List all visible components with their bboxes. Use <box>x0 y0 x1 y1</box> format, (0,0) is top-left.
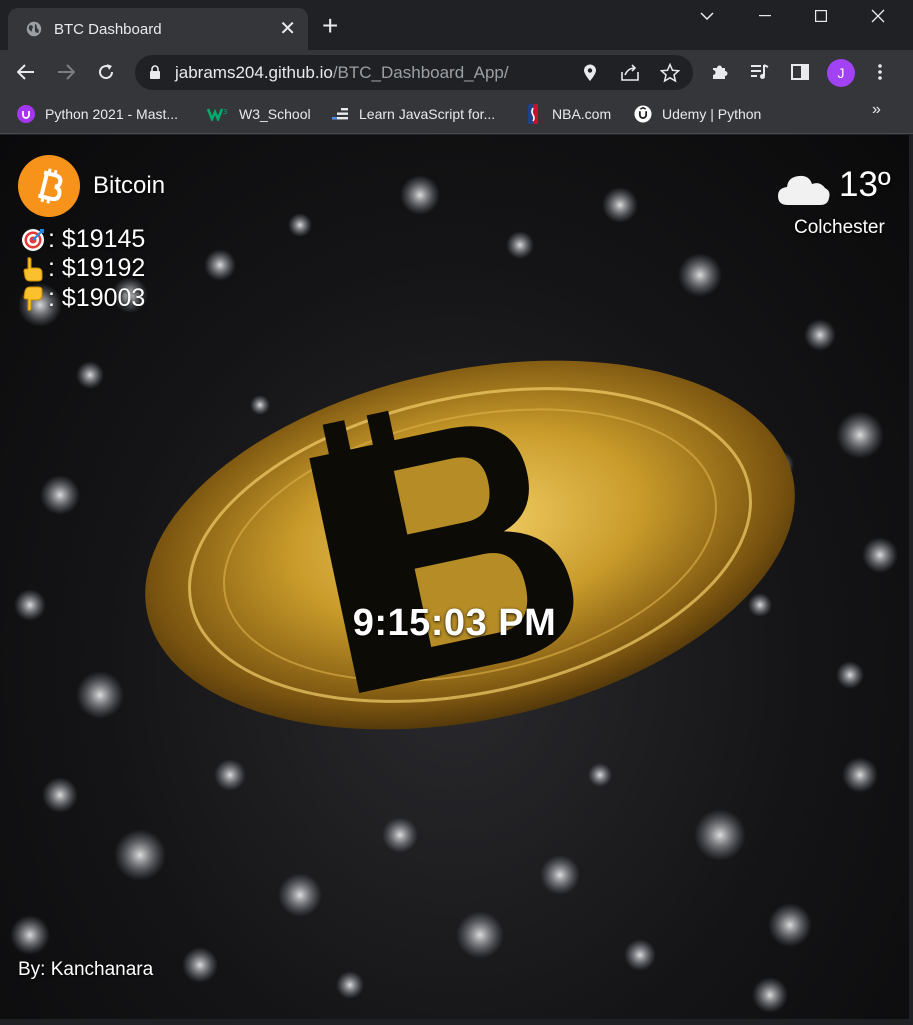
udemy-icon <box>634 105 652 123</box>
lock-icon[interactable] <box>149 65 161 79</box>
current-price-row: : $19145 <box>20 225 145 254</box>
reload-icon[interactable] <box>92 58 120 86</box>
new-tab-button[interactable]: + <box>322 12 338 40</box>
address-bar[interactable]: jabrams204.github.io/BTC_Dashboard_App/ <box>135 55 693 90</box>
browser-toolbar: jabrams204.github.io/BTC_Dashboard_App/ <box>0 50 913 94</box>
low-price-row: : $19003 <box>20 284 145 313</box>
freecodecamp-icon <box>331 105 349 123</box>
tab-strip: BTC Dashboard ✕ + <box>0 0 913 50</box>
temperature: 13º <box>839 165 891 204</box>
star-icon[interactable] <box>659 62 681 84</box>
share-icon[interactable] <box>619 62 641 84</box>
extensions-puzzle-icon[interactable] <box>706 58 734 86</box>
window-frame-bottom <box>0 1019 913 1025</box>
media-control-icon[interactable] <box>746 58 774 86</box>
current-price-value: : $19145 <box>48 225 146 253</box>
location-pin-icon[interactable] <box>579 62 601 84</box>
url-path: /BTC_Dashboard_App/ <box>332 63 509 82</box>
back-arrow-icon[interactable] <box>12 58 40 86</box>
tab-title: BTC Dashboard <box>54 20 162 38</box>
bookmark-python-2021[interactable]: Python 2021 - Mast... <box>17 103 178 125</box>
photo-author-credit: By: Kanchanara <box>18 959 154 980</box>
dashboard-page: Bitcoin : $19145 : $19192 : $19003 13º C… <box>0 135 909 1019</box>
w3schools-icon: 3 <box>207 105 229 123</box>
side-panel-icon[interactable] <box>786 58 814 86</box>
high-price-row: : $19192 <box>20 254 145 283</box>
bookmark-nba[interactable]: NBA.com <box>524 103 611 125</box>
cloud-icon <box>776 169 832 214</box>
tab-search-icon[interactable] <box>684 0 730 32</box>
udemy-icon <box>17 105 35 123</box>
pointing-down-hand-icon <box>20 286 46 312</box>
url-text[interactable]: jabrams204.github.io/BTC_Dashboard_App/ <box>175 63 509 83</box>
high-price-value: : $19192 <box>48 254 146 282</box>
window-frame-right <box>909 135 913 1025</box>
tab-btc-dashboard[interactable]: BTC Dashboard ✕ <box>8 8 308 50</box>
url-host: jabrams204.github.io <box>175 63 333 82</box>
low-price-value: : $19003 <box>48 284 146 312</box>
clock-time: 9:15:03 PM <box>352 602 557 644</box>
svg-text:3: 3 <box>223 108 227 116</box>
bookmark-label: Learn JavaScript for... <box>359 106 496 122</box>
bookmark-udemy-python[interactable]: Udemy | Python <box>634 103 761 125</box>
forward-arrow-icon[interactable] <box>52 58 80 86</box>
window-close-icon[interactable] <box>855 0 901 32</box>
bookmark-label: Udemy | Python <box>662 106 762 122</box>
profile-avatar[interactable]: J <box>827 59 855 87</box>
globe-icon <box>26 21 42 37</box>
target-icon <box>20 227 46 253</box>
minimize-icon[interactable] <box>742 0 788 32</box>
bookmark-label: NBA.com <box>552 106 612 122</box>
pointing-up-hand-icon <box>20 256 46 282</box>
city-name: Colchester <box>794 217 885 238</box>
tab-close-icon[interactable]: ✕ <box>279 19 296 39</box>
bookmark-w3school[interactable]: 3 W3_School <box>207 103 311 125</box>
bookmark-learn-javascript[interactable]: Learn JavaScript for... <box>331 103 495 125</box>
kebab-menu-icon[interactable] <box>866 58 894 86</box>
bookmark-label: Python 2021 - Mast... <box>45 106 179 122</box>
nba-icon <box>524 104 542 124</box>
coin-name: Bitcoin <box>93 172 166 199</box>
bitcoin-logo-icon <box>18 155 80 217</box>
bookmarks-overflow-chevron-icon[interactable]: » <box>872 101 881 119</box>
bookmark-label: W3_School <box>239 106 311 122</box>
maximize-icon[interactable] <box>798 0 844 32</box>
